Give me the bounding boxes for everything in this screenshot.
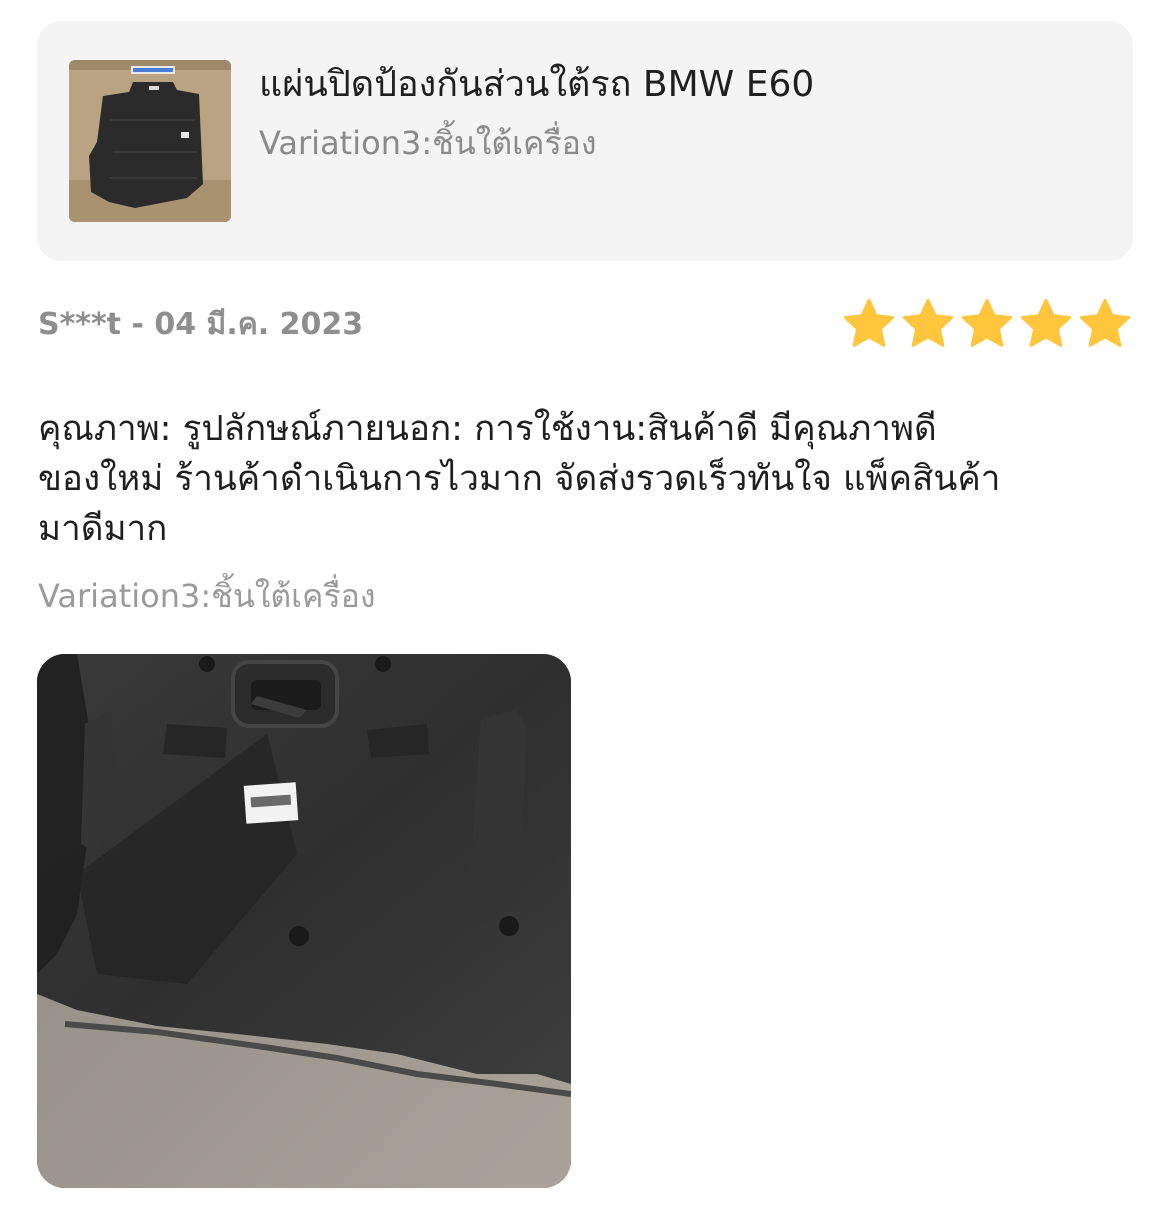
reviewer-name-date: S***t - 04 มี.ค. 2023 bbox=[38, 307, 364, 342]
star-icon bbox=[1020, 298, 1072, 347]
star-icon bbox=[961, 298, 1013, 347]
rating-stars bbox=[841, 296, 1133, 352]
product-thumbnail-illustration bbox=[69, 60, 231, 222]
star-icon bbox=[843, 298, 895, 347]
product-title[interactable]: แผ่นปิดป้องกันส่วนใต้รถ BMW E60 bbox=[259, 61, 814, 109]
product-thumbnail-image[interactable] bbox=[69, 60, 231, 222]
review-photo-illustration bbox=[37, 654, 571, 1188]
product-variation: Variation3:ชิ้นใต้เครื่อง bbox=[259, 124, 597, 162]
review-text: คุณภาพ: รูปลักษณ์ภายนอก: การใช้งาน:สินค้… bbox=[38, 409, 1001, 549]
review-photo[interactable] bbox=[37, 654, 571, 1188]
star-icon bbox=[902, 298, 954, 347]
star-icon bbox=[1079, 298, 1131, 347]
review-variation: Variation3:ชิ้นใต้เครื่อง bbox=[38, 577, 376, 615]
product-card[interactable]: แผ่นปิดป้องกันส่วนใต้รถ BMW E60 Variatio… bbox=[37, 21, 1133, 261]
